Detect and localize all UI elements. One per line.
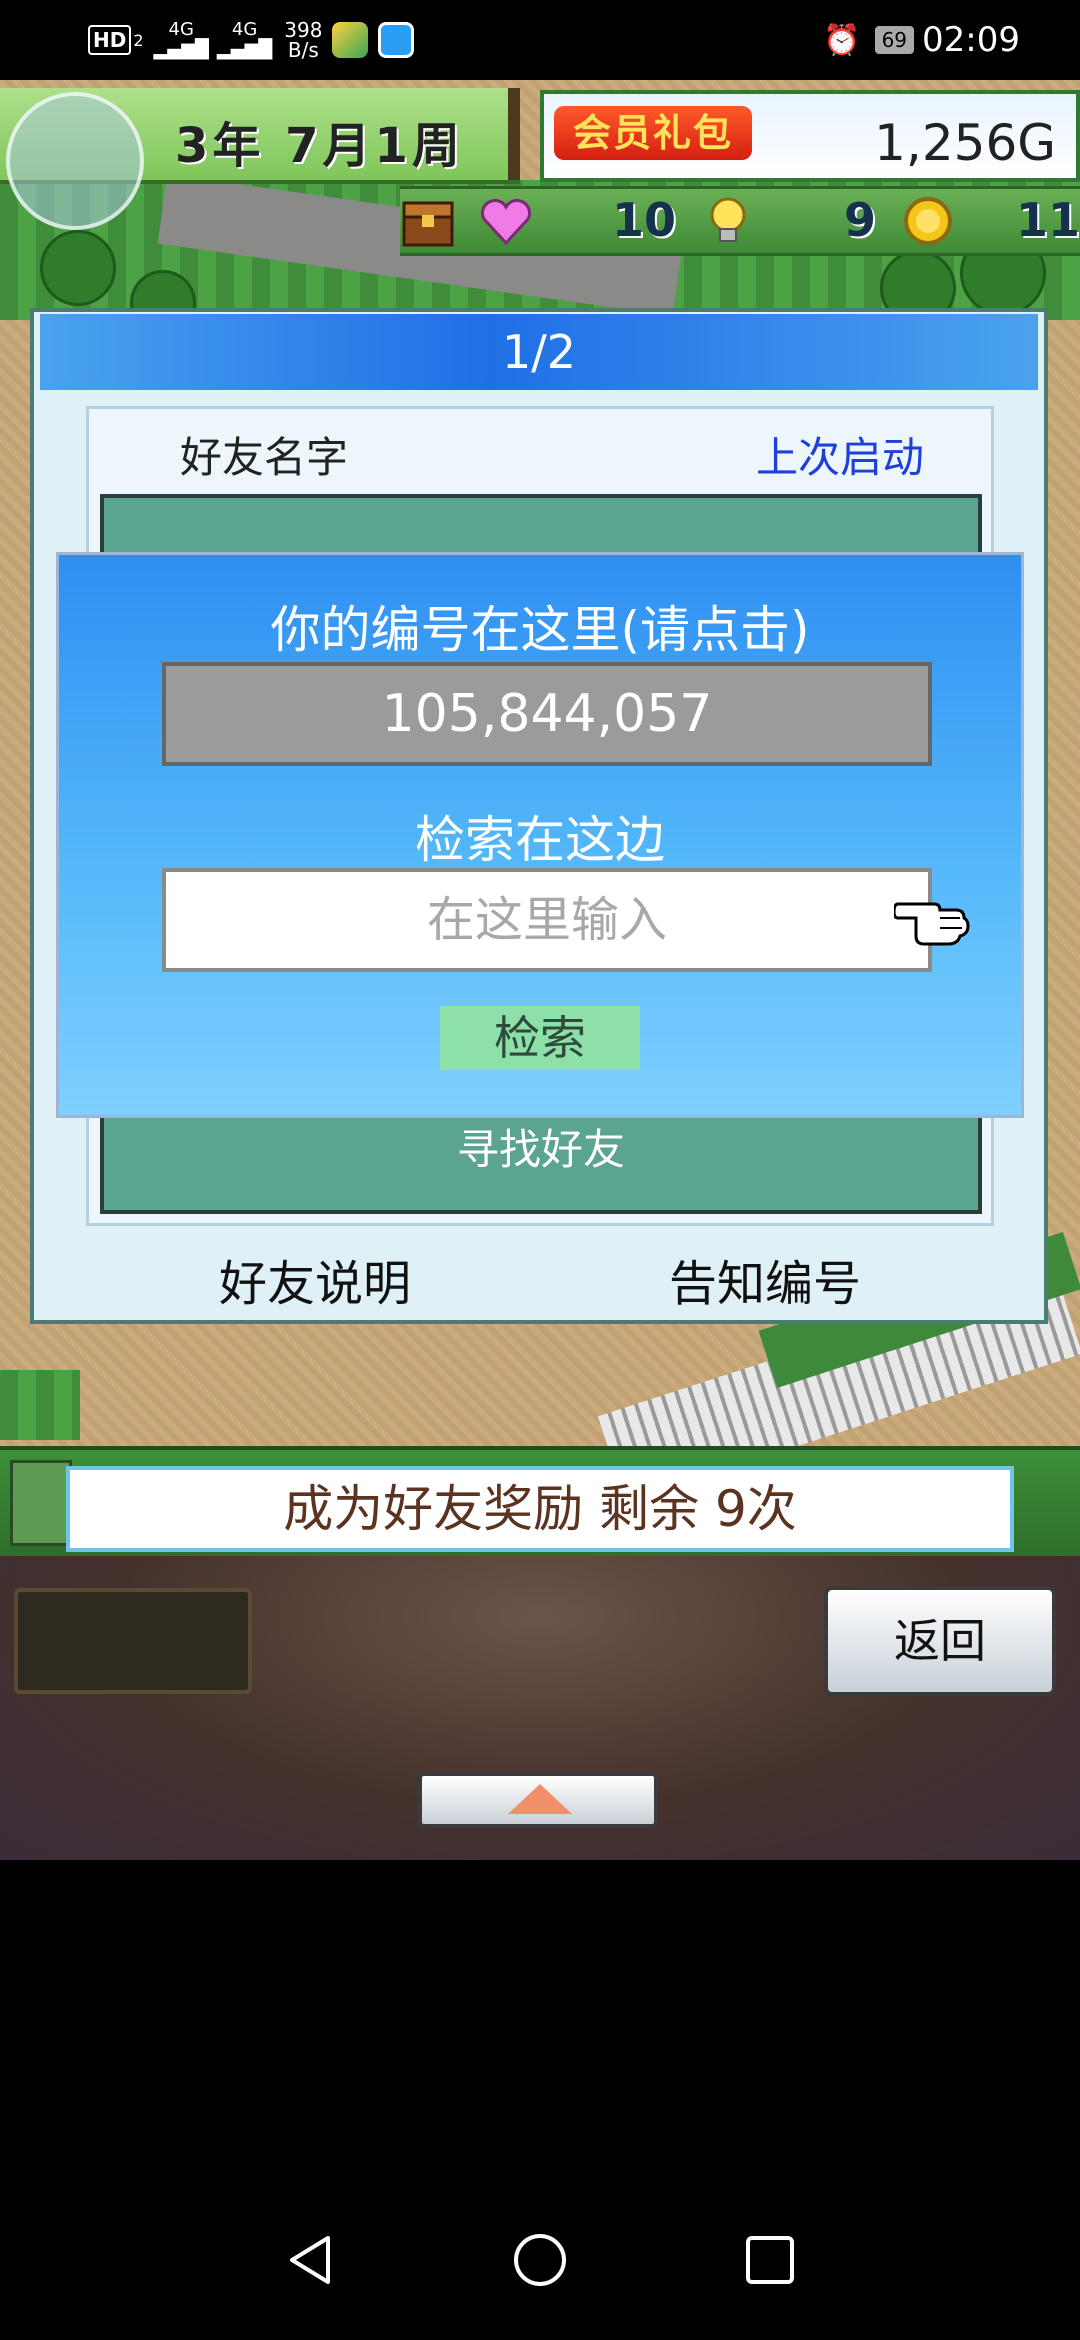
money-panel: 会员礼包 1,256G (540, 90, 1080, 182)
hd-sub-label: 2 (133, 30, 144, 50)
idea-count: 9 (844, 193, 877, 247)
page-indicator: 1/2 (501, 325, 577, 379)
back-button[interactable]: 返回 (824, 1586, 1056, 1696)
empty-slot (14, 1588, 252, 1694)
coin-count: 11 (1016, 193, 1080, 247)
system-nav-bar (0, 2184, 1080, 2340)
back-nav-icon[interactable] (284, 2232, 336, 2288)
network-speed: 398 B/s (284, 18, 323, 62)
game-controller-icon[interactable] (6, 92, 144, 230)
browser-app-icon (378, 22, 415, 58)
divider (508, 88, 520, 180)
my-id-box[interactable]: 105,844,057 (162, 662, 932, 766)
date-panel: 3年 7月1周 (0, 88, 520, 230)
my-id-title: 你的编号在这里(请点击) (270, 601, 810, 659)
search-button[interactable]: 检索 (440, 1006, 640, 1070)
heart-count: 10 (612, 193, 677, 247)
find-friend-button[interactable]: 寻找好友 (100, 1116, 982, 1176)
avatar (10, 1460, 72, 1546)
battery-icon: 69 (874, 26, 915, 54)
search-label: 检索在这边 (415, 811, 665, 869)
lightbulb-icon (710, 197, 746, 242)
up-arrow-icon (508, 1784, 572, 1814)
tell-id-button[interactable]: 告知编号 (600, 1244, 930, 1312)
friend-id-search-input[interactable] (162, 868, 932, 972)
friend-bonus-remaining: 成为好友奖励 剩余 9次 (66, 1466, 1014, 1552)
game-app-icon (332, 22, 369, 58)
treasure-chest-icon (402, 201, 454, 247)
recents-nav-icon[interactable] (744, 2234, 796, 2286)
signal-icon: 4G ▂▄▆█ (153, 19, 209, 60)
signal-icon: 4G ▂▄▆█ (216, 19, 273, 60)
status-bar: HD 2 4G ▂▄▆█ 4G ▂▄▆█ 398 B/s ⏰ 69 02:09 (0, 0, 1080, 80)
game-date: 3年 7月1周 (175, 118, 464, 174)
dialog-header: 1/2 (40, 314, 1038, 390)
resource-bar: 10 9 11 (400, 186, 1080, 256)
clock: 02:09 (922, 20, 1020, 60)
heart-icon (480, 198, 532, 246)
money-amount: 1,256G (874, 114, 1056, 172)
pointing-hand-icon (894, 902, 970, 946)
column-friend-name: 好友名字 (180, 433, 349, 482)
coin-icon (904, 197, 952, 245)
vip-gift-button[interactable]: 会员礼包 (554, 106, 752, 160)
expand-menu-button[interactable] (418, 1772, 658, 1828)
alarm-icon: ⏰ (823, 22, 861, 58)
home-nav-icon[interactable] (512, 2232, 568, 2288)
column-last-launch: 上次启动 (756, 433, 925, 482)
hd-icon: HD (88, 25, 132, 55)
friend-help-button[interactable]: 好友说明 (150, 1244, 480, 1312)
